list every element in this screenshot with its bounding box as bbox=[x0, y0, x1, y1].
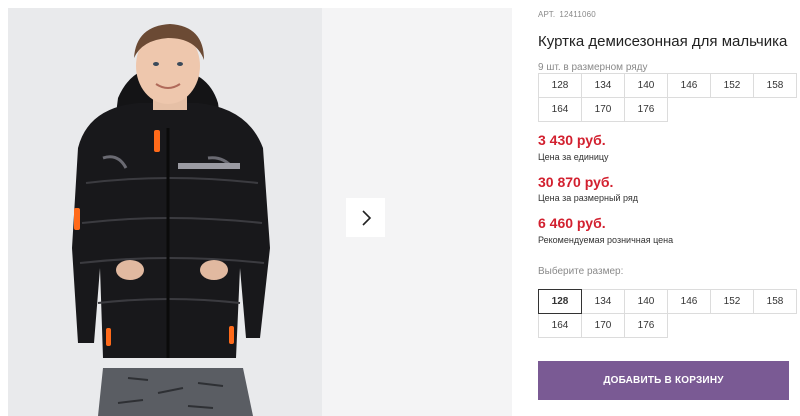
size-option[interactable]: 158 bbox=[753, 289, 797, 314]
product-info: АРТ. 12411060 Куртка демисезонная для мал… bbox=[538, 0, 800, 416]
unit-price-label: Цена за единицу bbox=[538, 152, 609, 162]
retail-price-label: Рекомендуемая розничная цена bbox=[538, 235, 674, 245]
size-option[interactable]: 176 bbox=[624, 313, 668, 338]
size-row-cell: 152 bbox=[710, 73, 754, 98]
size-row-cell: 128 bbox=[538, 73, 582, 98]
article-value: 12411060 bbox=[559, 10, 596, 19]
article-label: АРТ. bbox=[538, 10, 556, 19]
size-row-cell: 134 bbox=[581, 73, 625, 98]
next-slide-button[interactable] bbox=[346, 198, 385, 237]
size-option[interactable]: 170 bbox=[581, 313, 625, 338]
product-title: Куртка демисезонная для мальчика bbox=[538, 33, 788, 50]
size-option[interactable]: 164 bbox=[538, 313, 582, 338]
size-select-label: Выберите размер: bbox=[538, 266, 624, 277]
size-option[interactable]: 140 bbox=[624, 289, 668, 314]
size-option-selected[interactable]: 128 bbox=[538, 289, 582, 314]
retail-price: 6 460 руб. bbox=[538, 215, 606, 231]
size-row-cell: 170 bbox=[581, 97, 625, 122]
article-number: АРТ. 12411060 bbox=[538, 10, 596, 19]
size-row-cell: 140 bbox=[624, 73, 668, 98]
size-selector: 128 134 140 146 152 158 164 170 176 bbox=[538, 289, 797, 338]
size-option[interactable]: 134 bbox=[581, 289, 625, 314]
size-row-hint: 9 шт. в размерном ряду bbox=[538, 62, 648, 73]
size-row-cell: 176 bbox=[624, 97, 668, 122]
product-gallery bbox=[0, 0, 512, 416]
add-to-cart-button[interactable]: ДОБАВИТЬ В КОРЗИНУ bbox=[538, 361, 789, 400]
chevron-right-icon bbox=[361, 209, 371, 226]
size-option[interactable]: 152 bbox=[710, 289, 754, 314]
row-price-label: Цена за размерный ряд bbox=[538, 193, 639, 203]
product-photo[interactable] bbox=[8, 8, 322, 416]
size-row-cell: 164 bbox=[538, 97, 582, 122]
row-price: 30 870 руб. bbox=[538, 174, 614, 190]
size-option[interactable]: 146 bbox=[667, 289, 711, 314]
unit-price: 3 430 руб. bbox=[538, 132, 606, 148]
size-row-cell: 158 bbox=[753, 73, 797, 98]
product-photo-illustration bbox=[8, 8, 322, 416]
size-row-grid: 128 134 140 146 152 158 164 170 176 bbox=[538, 73, 797, 122]
size-row-cell: 146 bbox=[667, 73, 711, 98]
